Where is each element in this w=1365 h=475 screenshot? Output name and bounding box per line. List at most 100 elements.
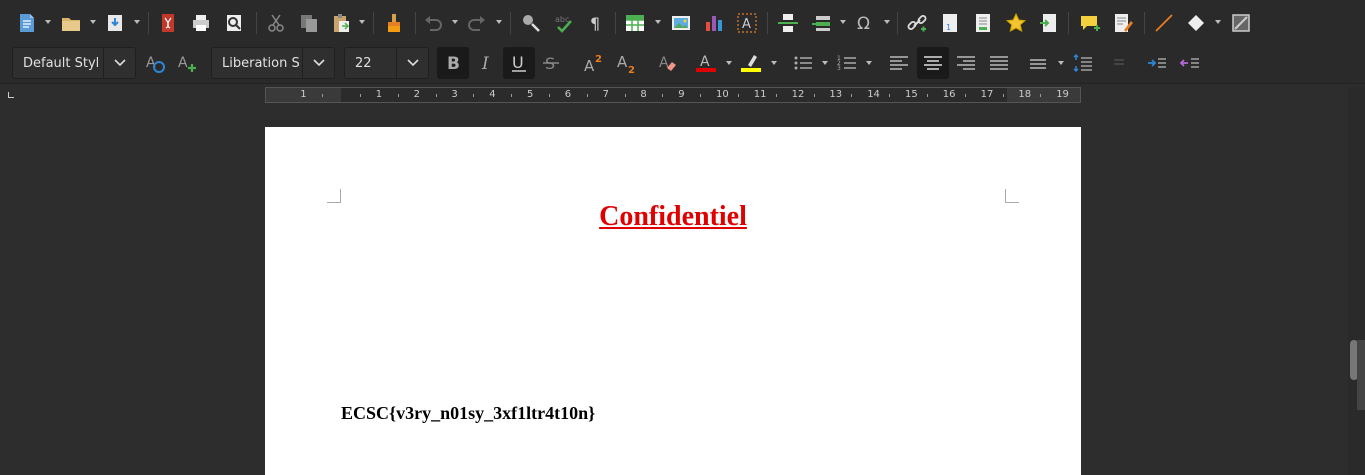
- font-size-value[interactable]: 22: [345, 56, 372, 71]
- insert-line-icon[interactable]: [1151, 10, 1177, 36]
- spelling-icon[interactable]: abc: [551, 10, 577, 36]
- horizontal-ruler[interactable]: 1 1 2 3 4 5 6 7 8 9 10 11 12 13 14 15 16 17 18 19: [265, 87, 1081, 103]
- svg-text:A: A: [584, 57, 595, 74]
- align-center-icon[interactable]: [917, 47, 949, 79]
- cut-icon[interactable]: [263, 10, 289, 36]
- insert-page-break-icon[interactable]: [775, 10, 801, 36]
- document-page[interactable]: Confidentiel ECSC{v3ry_n01sy_3xf1ltr4t10…: [265, 127, 1081, 475]
- ruler-tick: [926, 94, 928, 97]
- ruler-tick: [322, 94, 324, 97]
- paragraph-style-value[interactable]: Default Styl: [13, 56, 99, 71]
- bold-button[interactable]: B: [437, 47, 469, 79]
- ruler-number: 11: [753, 89, 767, 100]
- clone-formatting-icon[interactable]: [381, 10, 407, 36]
- ruler-number: 13: [829, 89, 843, 100]
- ruler-tick: [359, 94, 361, 97]
- ruler-tick: [586, 94, 588, 97]
- open-folder-icon[interactable]: [58, 10, 84, 36]
- redo-icon[interactable]: [464, 10, 490, 36]
- paragraph-spacing-icon[interactable]: [1067, 47, 1099, 79]
- vertical-scrollbar[interactable]: [1348, 87, 1365, 475]
- decrease-indent-icon[interactable]: [1174, 47, 1206, 79]
- insert-textbox-icon[interactable]: A: [734, 10, 760, 36]
- new-style-icon[interactable]: A: [171, 47, 203, 79]
- ruler-number: 2: [413, 89, 420, 100]
- font-size-combo[interactable]: 22: [344, 47, 429, 79]
- cross-reference-icon[interactable]: [1036, 10, 1062, 36]
- line-spacing-icon[interactable]: [1023, 47, 1055, 79]
- formatting-marks-icon[interactable]: ¶: [583, 10, 609, 36]
- basic-shapes-icon[interactable]: [1183, 10, 1209, 36]
- svg-text:A: A: [742, 17, 751, 32]
- document-title[interactable]: Confidentiel: [265, 201, 1081, 233]
- ruler-number: 8: [640, 89, 647, 100]
- justify-icon[interactable]: [983, 47, 1015, 79]
- ruler-number: 6: [564, 89, 572, 100]
- italic-button[interactable]: I: [470, 47, 502, 79]
- ruler-number: 19: [1056, 89, 1069, 100]
- bookmark-icon[interactable]: [1003, 10, 1029, 36]
- find-replace-icon[interactable]: [518, 10, 544, 36]
- ruler-number: 3: [451, 89, 458, 100]
- font-name-value[interactable]: Liberation S: [212, 56, 300, 71]
- align-left-icon[interactable]: [883, 47, 915, 79]
- clear-formatting-icon[interactable]: A: [652, 47, 684, 79]
- new-document-icon[interactable]: [14, 10, 40, 36]
- subscript-button[interactable]: A2: [610, 47, 642, 79]
- chevron-down-icon[interactable]: [103, 48, 135, 78]
- ruler-tick: [548, 94, 550, 97]
- endnote-icon[interactable]: [970, 10, 996, 36]
- draw-functions-icon[interactable]: [1228, 10, 1254, 36]
- track-changes-icon[interactable]: [1110, 10, 1136, 36]
- insert-chart-icon[interactable]: [701, 10, 727, 36]
- underline-button[interactable]: U: [503, 47, 535, 79]
- ruler-tick: [964, 94, 966, 97]
- ruler-tick: [473, 94, 475, 97]
- svg-text:abc: abc: [555, 15, 569, 24]
- ruler-number: 9: [678, 89, 685, 100]
- font-color-button[interactable]: A: [690, 47, 722, 79]
- save-icon[interactable]: [102, 10, 128, 36]
- svg-text:¶: ¶: [590, 14, 600, 33]
- undo-icon[interactable]: [420, 10, 446, 36]
- special-character-icon[interactable]: Ω: [852, 10, 878, 36]
- numbered-list-icon[interactable]: 123: [831, 47, 863, 79]
- print-preview-icon[interactable]: [221, 10, 247, 36]
- document-body-text[interactable]: ECSC{v3ry_n01sy_3xf1ltr4t10n}: [341, 403, 595, 424]
- ruler-number: 5: [527, 89, 534, 100]
- paste-icon[interactable]: [328, 10, 354, 36]
- highlight-color-button[interactable]: [735, 47, 767, 79]
- sidebar-toggle[interactable]: [1357, 340, 1365, 410]
- hyperlink-icon[interactable]: [904, 10, 930, 36]
- svg-text:I: I: [481, 54, 489, 74]
- comment-icon[interactable]: [1077, 10, 1103, 36]
- ruler-tick: [775, 94, 777, 97]
- increase-indent-icon[interactable]: [1141, 47, 1173, 79]
- copy-icon[interactable]: [296, 10, 322, 36]
- chevron-down-icon[interactable]: [396, 48, 428, 78]
- ruler-tick: [435, 94, 437, 97]
- ruler-number: 4: [489, 89, 496, 100]
- svg-text:A: A: [617, 53, 628, 71]
- superscript-button[interactable]: A2: [577, 47, 609, 79]
- ruler-tick: [1040, 94, 1042, 97]
- print-icon[interactable]: [188, 10, 214, 36]
- footnote-icon[interactable]: 1: [937, 10, 963, 36]
- chevron-down-icon[interactable]: [302, 48, 334, 78]
- insert-image-icon[interactable]: [668, 10, 694, 36]
- strikethrough-button[interactable]: S: [535, 47, 567, 79]
- decrease-paragraph-spacing-icon[interactable]: [1100, 47, 1132, 79]
- svg-text:U: U: [512, 53, 524, 72]
- paragraph-style-combo[interactable]: Default Styl: [12, 47, 136, 79]
- export-pdf-icon[interactable]: [155, 10, 181, 36]
- svg-text:Ω: Ω: [857, 14, 870, 34]
- font-name-combo[interactable]: Liberation S: [211, 47, 335, 79]
- align-right-icon[interactable]: [950, 47, 982, 79]
- insert-field-icon[interactable]: [808, 10, 834, 36]
- bullet-list-icon[interactable]: [787, 47, 819, 79]
- insert-table-icon[interactable]: [622, 10, 648, 36]
- ruler-tick: [889, 94, 891, 97]
- ruler-number: 7: [602, 89, 609, 100]
- ruler-number: 18: [1018, 89, 1032, 100]
- update-style-icon[interactable]: A: [139, 47, 171, 79]
